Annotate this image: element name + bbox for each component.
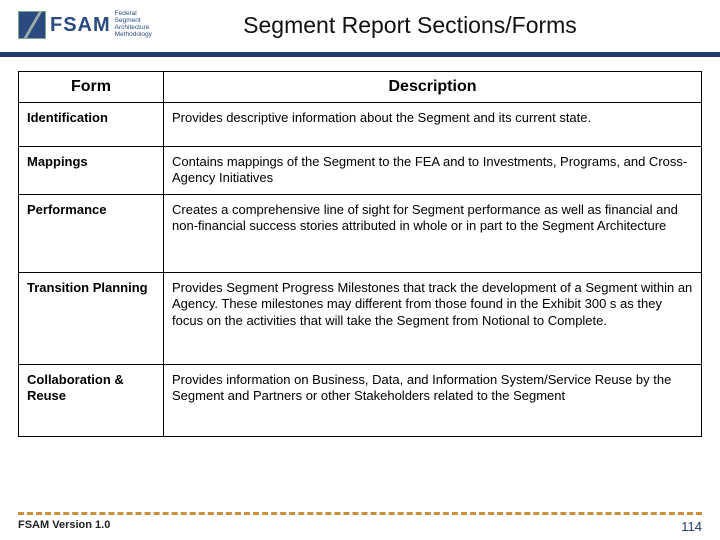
logo-subtitle: Federal Segment Architecture Methodology — [115, 11, 152, 38]
fsam-logo: FSAM Federal Segment Architecture Method… — [18, 8, 158, 42]
form-name-cell: Mappings — [19, 147, 164, 195]
footer: FSAM Version 1.0 114 — [0, 512, 720, 534]
logo-acronym: FSAM — [50, 14, 111, 37]
description-cell: Contains mappings of the Segment to the … — [164, 147, 702, 195]
description-cell: Provides Segment Progress Milestones tha… — [164, 273, 702, 365]
footer-divider — [18, 512, 702, 515]
description-cell: Provides information on Business, Data, … — [164, 365, 702, 437]
sections-table: Form Description Identification Provides… — [18, 71, 702, 437]
table-row: Identification Provides descriptive info… — [19, 103, 702, 147]
form-name-cell: Performance — [19, 195, 164, 273]
table-header-row: Form Description — [19, 72, 702, 103]
content-area: Form Description Identification Provides… — [0, 57, 720, 437]
col-header-description: Description — [164, 72, 702, 103]
version-label: FSAM Version 1.0 — [18, 519, 110, 534]
header: FSAM Federal Segment Architecture Method… — [0, 0, 720, 52]
form-name-cell: Identification — [19, 103, 164, 147]
table-row: Transition Planning Provides Segment Pro… — [19, 273, 702, 365]
page-number: 114 — [681, 519, 702, 534]
description-cell: Provides descriptive information about t… — [164, 103, 702, 147]
page-title: Segment Report Sections/Forms — [158, 12, 702, 39]
form-name-cell: Collaboration & Reuse — [19, 365, 164, 437]
form-name-cell: Transition Planning — [19, 273, 164, 365]
col-header-form: Form — [19, 72, 164, 103]
table-row: Mappings Contains mappings of the Segmen… — [19, 147, 702, 195]
fsam-logo-icon — [18, 11, 46, 39]
table-row: Collaboration & Reuse Provides informati… — [19, 365, 702, 437]
description-cell: Creates a comprehensive line of sight fo… — [164, 195, 702, 273]
table-row: Performance Creates a comprehensive line… — [19, 195, 702, 273]
